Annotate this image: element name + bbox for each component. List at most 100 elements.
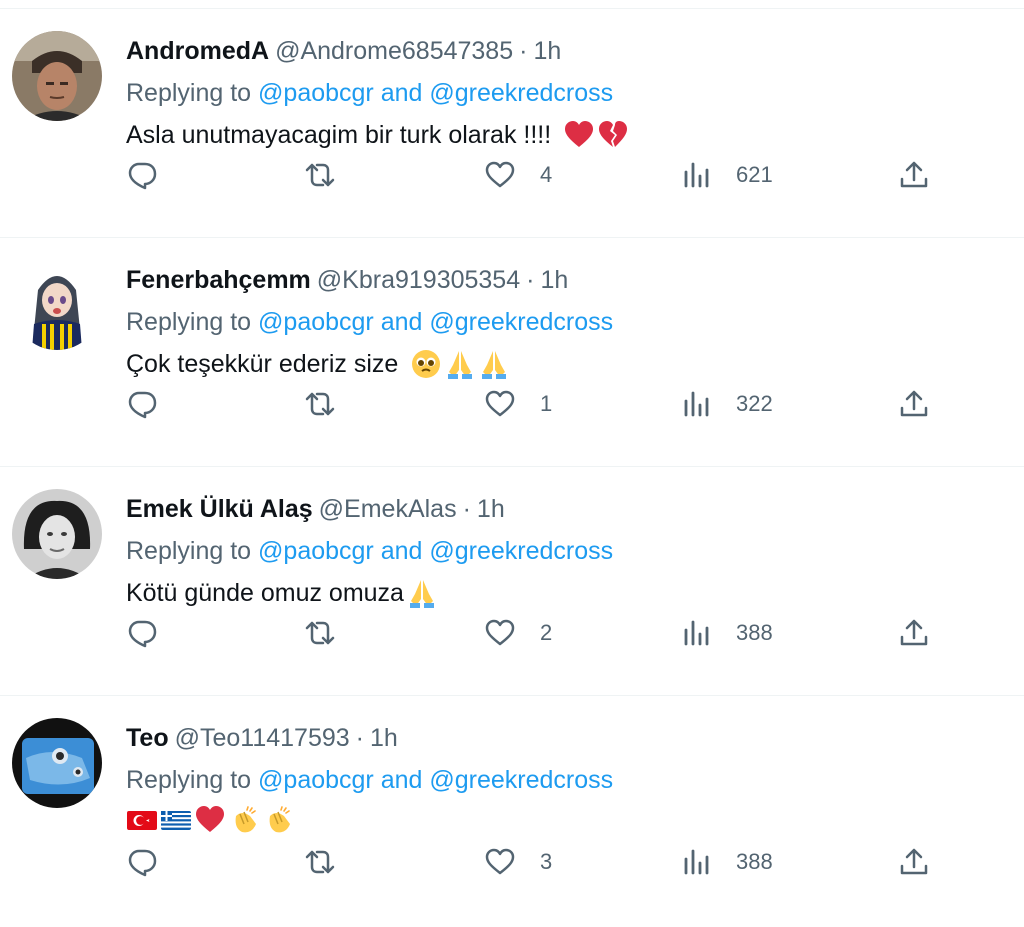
retweet-icon [305,850,335,874]
reply-button[interactable] [126,153,158,197]
views-icon [684,849,709,875]
author-name[interactable]: Emek Ülkü Alaş [126,495,313,523]
broken-heart-emoji [597,119,629,151]
views-count: 388 [736,620,773,645]
pleading-face-emoji [410,348,442,380]
share-icon [900,848,928,875]
reply-tweet[interactable]: AndromedA @Androme68547385 · 1h Replying to… [0,9,1024,238]
reply-icon [128,620,157,648]
like-count: 4 [540,162,553,187]
avatar-image [12,489,102,579]
timestamp[interactable]: 1h [370,724,398,752]
greece-flag-emoji [160,804,192,836]
replying-to-mentions[interactable]: @paobcgr and @greekredcross [258,766,613,794]
views-icon [684,620,709,646]
reply-button[interactable] [126,382,158,426]
replying-to: Replying to @paobcgr and @greekredcross [126,304,1006,340]
author-handle[interactable]: @EmekAlas [319,495,457,523]
share-icon [900,390,928,417]
replying-to: Replying to @paobcgr and @greekredcross [126,533,1006,569]
separator-dot: · [355,724,364,752]
share-icon [900,161,928,188]
heart-icon [485,619,515,646]
views-button[interactable]: 388 [680,611,773,655]
separator-dot: · [526,266,535,294]
timestamp[interactable]: 1h [540,266,568,294]
tweet-text: Kötü günde omuz omuza [126,575,1006,611]
share-button[interactable] [898,840,930,884]
heart-icon [485,161,515,188]
folded-hands-emoji [444,348,476,380]
share-icon [900,619,928,646]
author-name[interactable]: Fenerbahçemm [126,266,311,294]
tweet-text: Asla unutmayacagim bir turk olarak !!!! [126,117,1006,153]
views-count: 322 [736,391,773,416]
author-name[interactable]: Teo [126,724,169,752]
retweet-button[interactable] [304,840,336,884]
reply-tweet[interactable]: Teo @Teo11417593 · 1h Replying to @paobcgr … [0,696,1024,925]
like-button[interactable]: 4 [484,153,552,197]
separator-dot: · [462,495,471,523]
replying-to-mentions[interactable]: @paobcgr and @greekredcross [258,537,613,565]
red-heart-emoji [194,804,226,836]
retweet-button[interactable] [304,153,336,197]
action-bar: 1 322 [126,382,1006,426]
action-bar: 3 388 [126,840,1006,884]
retweet-icon [305,392,335,416]
share-button[interactable] [898,382,930,426]
avatar[interactable] [12,260,102,350]
avatar[interactable] [12,489,102,579]
clapping-hands-emoji [228,804,260,836]
turkey-flag-emoji [126,804,158,836]
avatar[interactable] [12,718,102,808]
reply-icon [128,162,157,190]
author-name[interactable]: AndromedA [126,37,269,65]
retweet-button[interactable] [304,611,336,655]
reply-icon [128,391,157,419]
avatar-image [12,31,102,121]
views-button[interactable]: 322 [680,382,773,426]
share-button[interactable] [898,153,930,197]
author-handle[interactable]: @Androme68547385 [275,37,513,65]
tweet-text-body: Çok teşekkür ederiz size [126,350,399,378]
views-icon [684,162,709,188]
avatar-image [12,260,102,350]
tweet-text-body: Asla unutmayacagim bir turk olarak !!!! [126,121,552,149]
views-count: 621 [736,162,773,187]
reply-tweet[interactable]: Fenerbahçemm @Kbra919305354 · 1h Replying t… [0,238,1024,467]
replying-to-mentions[interactable]: @paobcgr and @greekredcross [258,308,613,336]
reply-feed: AndromedA @Androme68547385 · 1h Replying to… [0,9,1024,925]
timestamp[interactable]: 1h [533,37,561,65]
tweet-text: Çok teşekkür ederiz size [126,346,1006,382]
reply-button[interactable] [126,611,158,655]
like-button[interactable]: 3 [484,840,552,884]
timestamp[interactable]: 1h [477,495,505,523]
like-button[interactable]: 2 [484,611,552,655]
like-count: 1 [540,391,553,416]
views-icon [684,391,709,417]
retweet-icon [305,163,335,187]
reply-button[interactable] [126,840,158,884]
like-count: 2 [540,620,553,645]
heart-icon [485,390,515,417]
author-handle[interactable]: @Kbra919305354 [317,266,520,294]
views-button[interactable]: 621 [680,153,773,197]
author-handle[interactable]: @Teo11417593 [175,724,350,752]
tweet-text [126,804,1006,836]
share-button[interactable] [898,611,930,655]
views-count: 388 [736,849,773,874]
like-button[interactable]: 1 [484,382,552,426]
retweet-button[interactable] [304,382,336,426]
replying-to-label: Replying to [126,537,252,565]
like-count: 3 [540,849,553,874]
action-bar: 2 388 [126,611,1006,655]
red-heart-emoji [563,119,595,151]
reply-tweet[interactable]: Emek Ülkü Alaş @EmekAlas · 1h Replying to @… [0,467,1024,696]
replying-to-label: Replying to [126,308,252,336]
views-button[interactable]: 388 [680,840,773,884]
replying-to: Replying to @paobcgr and @greekredcross [126,762,1006,798]
folded-hands-emoji [406,577,438,609]
replying-to-mentions[interactable]: @paobcgr and @greekredcross [258,79,613,107]
avatar[interactable] [12,31,102,121]
reply-icon [128,849,157,877]
